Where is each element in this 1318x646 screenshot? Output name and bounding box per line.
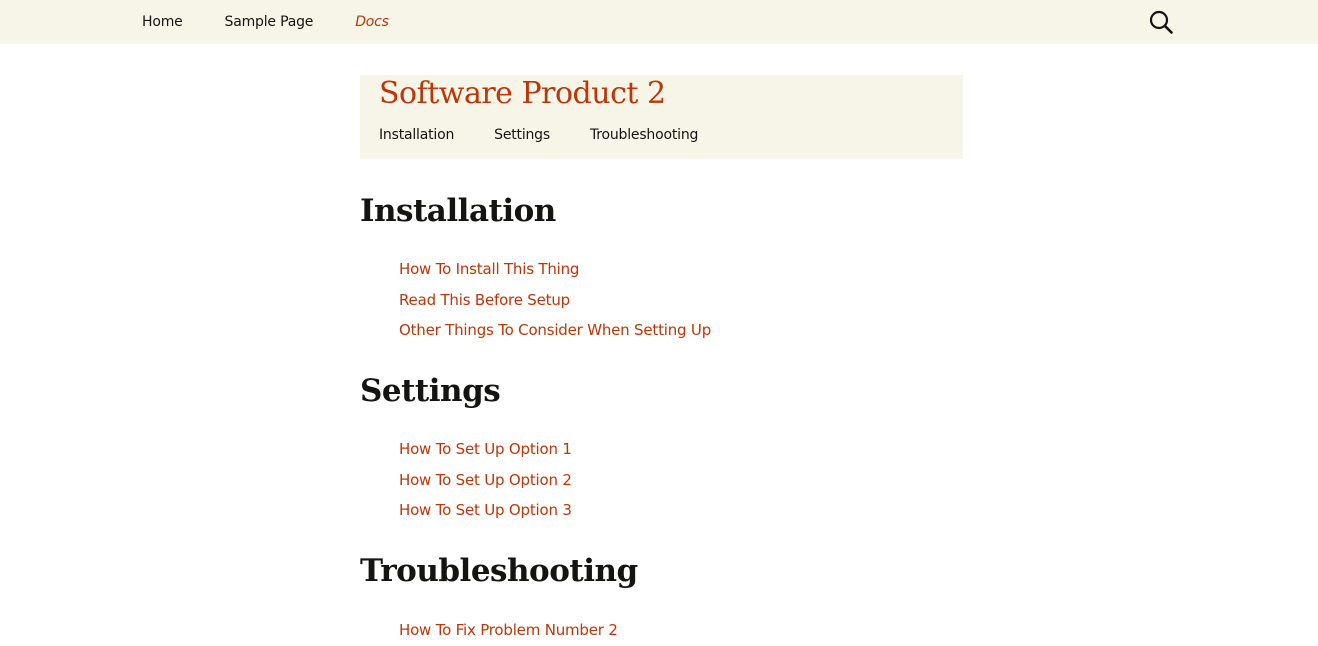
top-bar: Home Sample Page Docs [0, 0, 1318, 44]
section-settings: Settings How To Set Up Option 1 How To S… [360, 371, 963, 526]
section-troubleshooting: Troubleshooting How To Fix Problem Numbe… [360, 551, 963, 646]
list-item: Read This Before Setup [399, 285, 963, 316]
article-link[interactable]: How To Set Up Option 3 [399, 501, 572, 519]
article-list: How To Install This Thing Read This Befo… [360, 254, 963, 346]
product-subnav: Installation Settings Troubleshooting [379, 127, 738, 143]
list-item: How To Install This Thing [399, 254, 963, 285]
article-link[interactable]: Read This Before Setup [399, 291, 570, 309]
search-button[interactable] [1148, 9, 1174, 35]
section-heading: Troubleshooting [360, 553, 638, 589]
list-item: How To Set Up Option 3 [399, 495, 963, 526]
search-icon [1149, 10, 1173, 34]
article-link[interactable]: How To Install This Thing [399, 260, 579, 278]
nav-item-docs[interactable]: Docs [334, 14, 410, 30]
list-item: How To Set Up Option 1 [399, 434, 963, 465]
list-item: Other Things To Consider When Setting Up [399, 315, 963, 346]
list-item: How To Set Up Option 2 [399, 465, 963, 496]
list-item: How To Fix Problem Number 2 [399, 615, 963, 646]
section-heading: Installation [360, 193, 556, 229]
subnav-item-troubleshooting[interactable]: Troubleshooting [590, 127, 698, 143]
section-heading: Settings [360, 373, 501, 409]
article-list: How To Fix Problem Number 2 [360, 615, 963, 646]
article-list: How To Set Up Option 1 How To Set Up Opt… [360, 434, 963, 526]
product-header: Software Product 2 Installation Settings… [360, 75, 963, 159]
nav-item-home[interactable]: Home [121, 14, 204, 30]
nav-item-sample-page[interactable]: Sample Page [204, 14, 335, 30]
top-nav: Home Sample Page Docs [121, 0, 410, 44]
article-link[interactable]: How To Set Up Option 2 [399, 471, 572, 489]
article-link[interactable]: Other Things To Consider When Setting Up [399, 321, 711, 339]
section-installation: Installation How To Install This Thing R… [360, 191, 963, 346]
product-title[interactable]: Software Product 2 [379, 75, 666, 113]
article-link[interactable]: How To Fix Problem Number 2 [399, 621, 618, 639]
article-link[interactable]: How To Set Up Option 1 [399, 440, 572, 458]
subnav-item-settings[interactable]: Settings [494, 127, 550, 143]
subnav-item-installation[interactable]: Installation [379, 127, 454, 143]
